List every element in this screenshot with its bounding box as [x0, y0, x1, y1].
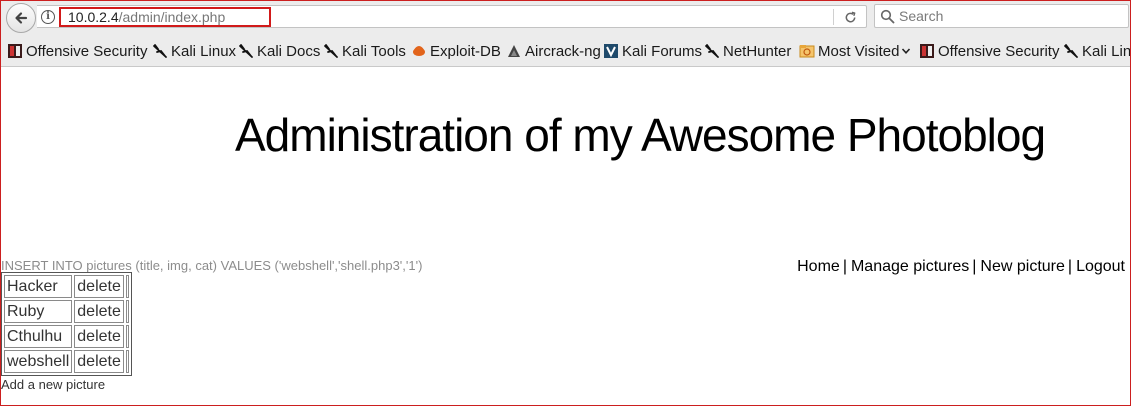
bookmark-label: Most Visited — [818, 42, 900, 60]
nav-logout-link[interactable]: Logout — [1076, 258, 1125, 275]
page-title: Administration of my Awesome Photoblog — [235, 109, 1046, 161]
info-icon[interactable]: i — [41, 10, 55, 24]
picture-title: Cthulhu — [4, 325, 73, 348]
bookmark-kali-linux-2[interactable]: Kali Linux — [1063, 41, 1130, 61]
picture-title: Ruby — [4, 300, 73, 323]
url-path: /admin/index.php — [118, 9, 226, 25]
empty-cell — [125, 350, 129, 373]
table-row: Ruby delete — [4, 300, 129, 323]
kali-forums-icon — [603, 43, 619, 59]
pictures-table: Hacker delete Ruby delete Cthulhu delete… — [1, 272, 132, 376]
exploitdb-icon — [411, 43, 427, 59]
picture-title: webshell — [4, 350, 73, 373]
nav-manage-pictures-link[interactable]: Manage pictures — [851, 258, 969, 275]
aircrack-icon — [506, 43, 522, 59]
bookmark-label: Exploit-DB — [430, 42, 501, 60]
bookmark-label: Offensive Security — [938, 42, 1060, 60]
table-row: webshell delete — [4, 350, 129, 373]
bookmark-kali-forums[interactable]: Kali Forums — [603, 41, 702, 61]
picture-title: Hacker — [4, 275, 73, 298]
table-row: Cthulhu delete — [4, 325, 129, 348]
back-button[interactable] — [6, 3, 36, 33]
url-text[interactable]: 10.0.2.4/admin/index.php — [68, 9, 225, 25]
sql-debug-output: INSERT INTO pictures (title, img, cat) V… — [1, 258, 423, 273]
bookmark-label: NetHunter — [723, 42, 792, 60]
bookmark-exploit-db[interactable]: Exploit-DB — [411, 41, 501, 61]
table-row: Hacker delete — [4, 275, 129, 298]
delete-link[interactable]: delete — [74, 325, 124, 348]
search-bar[interactable]: Search — [874, 4, 1129, 28]
nav-separator: | — [972, 258, 977, 275]
add-new-picture-link[interactable]: Add a new picture — [1, 377, 105, 392]
reload-button[interactable] — [841, 8, 859, 26]
search-icon — [880, 9, 895, 24]
nav-separator: | — [842, 258, 847, 275]
offsec-icon — [919, 43, 935, 59]
bookmark-label: Kali Linux — [1082, 42, 1130, 60]
url-bar[interactable]: i 10.0.2.4/admin/index.php — [37, 5, 867, 28]
bookmark-label: Kali Docs — [257, 42, 321, 60]
nav-separator: | — [1067, 258, 1073, 275]
bookmark-label: Kali Tools — [342, 42, 406, 60]
search-placeholder: Search — [899, 8, 944, 24]
url-divider — [833, 9, 834, 25]
delete-link[interactable]: delete — [74, 350, 124, 373]
kali-dragon-icon — [152, 43, 168, 59]
kali-dragon-icon — [238, 43, 254, 59]
reload-icon — [845, 11, 855, 22]
empty-cell — [125, 300, 129, 323]
bookmark-label: Offensive Security — [26, 42, 148, 60]
back-arrow-icon — [15, 12, 28, 24]
folder-icon — [799, 43, 815, 59]
chevron-down-icon — [901, 46, 911, 56]
bookmark-most-visited[interactable]: Most Visited — [799, 41, 911, 61]
kali-dragon-icon — [704, 43, 720, 59]
url-host: 10.0.2.4 — [68, 9, 119, 25]
admin-nav: Home | Manage pictures | New picture | Logout — [797, 258, 1125, 276]
kali-dragon-icon — [1063, 43, 1079, 59]
nav-home-link[interactable]: Home — [797, 258, 840, 275]
bookmark-kali-docs[interactable]: Kali Docs — [238, 41, 320, 61]
bookmark-label: Kali Linux — [171, 42, 237, 60]
bookmark-label: Kali Forums — [622, 42, 703, 60]
bookmarks-toolbar: Offensive Security Kali Linux Kali Docs … — [1, 34, 1130, 67]
bookmark-kali-tools[interactable]: Kali Tools — [323, 41, 406, 61]
bookmark-label: Aircrack-ng — [525, 42, 601, 60]
empty-cell — [125, 275, 129, 298]
delete-link[interactable]: delete — [74, 275, 124, 298]
offsec-icon — [7, 43, 23, 59]
bookmark-kali-linux[interactable]: Kali Linux — [152, 41, 236, 61]
bookmark-nethunter[interactable]: NetHunter — [704, 41, 791, 61]
kali-dragon-icon — [323, 43, 339, 59]
bookmark-aircrack-ng[interactable]: Aircrack-ng — [506, 41, 601, 61]
nav-new-picture-link[interactable]: New picture — [980, 258, 1064, 275]
delete-link[interactable]: delete — [74, 300, 124, 323]
empty-cell — [125, 325, 129, 348]
bookmark-offensive-security-2[interactable]: Offensive Security — [919, 41, 1059, 61]
bookmark-offensive-security[interactable]: Offensive Security — [7, 41, 147, 61]
browser-toolbar: i 10.0.2.4/admin/index.php Search — [1, 1, 1130, 34]
